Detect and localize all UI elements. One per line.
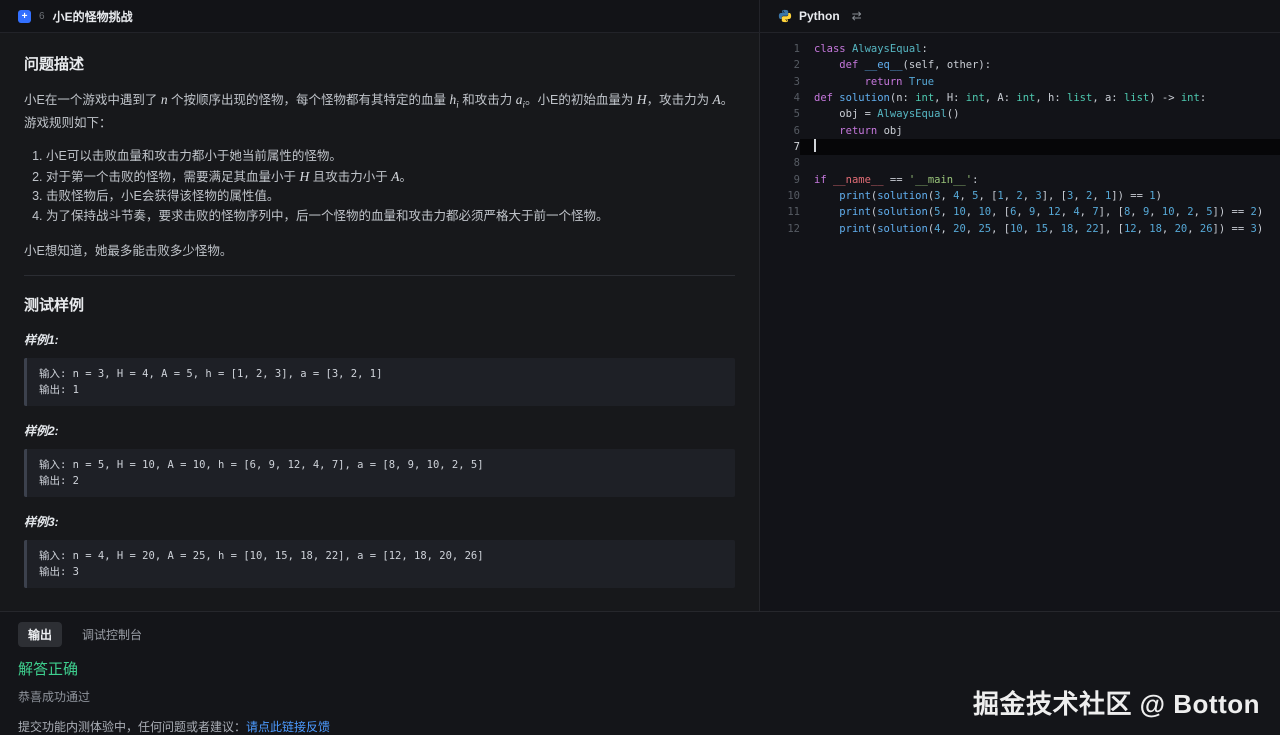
math-var: n <box>161 92 168 107</box>
code-text[interactable]: print(solution(4, 20, 25, [10, 15, 18, 2… <box>800 221 1280 237</box>
code-text[interactable]: print(solution(3, 4, 5, [1, 2, 3], [3, 2… <box>800 188 1280 204</box>
code-line[interactable]: 8 <box>760 155 1280 171</box>
code-line[interactable]: 4def solution(n: int, H: int, A: int, h:… <box>760 90 1280 106</box>
result-status: 解答正确 <box>18 658 1262 679</box>
sample-output: 输出: 3 <box>39 564 723 580</box>
feedback-link[interactable]: 请点此链接反馈 <box>246 720 330 734</box>
app-root: + 6 小E的怪物挑战 Python ⇄ 问题描述 小E在一个游戏中遇到了 n … <box>0 0 1280 735</box>
problem-header: + 6 小E的怪物挑战 <box>0 0 760 32</box>
code-text[interactable] <box>800 155 1280 171</box>
sample-block: 输入: n = 3, H = 4, A = 5, h = [1, 2, 3], … <box>24 358 735 406</box>
problem-title: 小E的怪物挑战 <box>53 8 133 25</box>
main-area: 问题描述 小E在一个游戏中遇到了 n 个按顺序出现的怪物，每个怪物都有其特定的血… <box>0 33 1280 611</box>
code-text[interactable]: class AlwaysEqual: <box>800 41 1280 57</box>
result-subtext: 恭喜成功通过 <box>18 688 1262 705</box>
section-title-description: 问题描述 <box>24 53 735 74</box>
line-number[interactable]: 11 <box>760 204 800 220</box>
line-number[interactable]: 1 <box>760 41 800 57</box>
sample-label: 样例3: <box>24 513 735 530</box>
language-swap-icon[interactable]: ⇄ <box>852 9 862 23</box>
code-text[interactable]: def solution(n: int, H: int, A: int, h: … <box>800 90 1280 106</box>
sample-label: 样例1: <box>24 331 735 348</box>
language-label: Python <box>799 9 840 23</box>
console-tab-output[interactable]: 输出 <box>18 622 62 647</box>
line-number[interactable]: 8 <box>760 155 800 171</box>
rule-item: 对于第一个击败的怪物，需要满足其血量小于 H 且攻击力小于 A。 <box>46 167 735 188</box>
feedback-line: 提交功能内测体验中，任何问题或者建议：请点此链接反馈 <box>18 718 1262 735</box>
console-panel: 输出调试控制台 解答正确 恭喜成功通过 提交功能内测体验中，任何问题或者建议：请… <box>0 611 1280 735</box>
code-line[interactable]: 9if __name__ == '__main__': <box>760 172 1280 188</box>
code-text[interactable] <box>800 139 1280 155</box>
top-bar: + 6 小E的怪物挑战 Python ⇄ <box>0 0 1280 33</box>
rule-item: 击败怪物后，小E会获得该怪物的属性值。 <box>46 187 735 207</box>
line-number[interactable]: 10 <box>760 188 800 204</box>
math-var: H <box>299 169 309 184</box>
line-number[interactable]: 2 <box>760 57 800 73</box>
code-text[interactable]: return True <box>800 74 1280 90</box>
code-line[interactable]: 10 print(solution(3, 4, 5, [1, 2, 3], [3… <box>760 188 1280 204</box>
sample-input: 输入: n = 3, H = 4, A = 5, h = [1, 2, 3], … <box>39 366 723 382</box>
rule-item: 为了保持战斗节奏，要求击败的怪物序列中，后一个怪物的血量和攻击力都必须严格大于前… <box>46 207 735 227</box>
problem-intro: 小E在一个游戏中遇到了 n 个按顺序出现的怪物，每个怪物都有其特定的血量 hi … <box>24 89 735 134</box>
problem-index: 6 <box>39 11 45 22</box>
sample-output: 输出: 1 <box>39 382 723 398</box>
math-var: H <box>637 92 647 107</box>
code-line[interactable]: 3 return True <box>760 74 1280 90</box>
code-line[interactable]: 2 def __eq__(self, other): <box>760 57 1280 73</box>
code-line[interactable]: 1class AlwaysEqual: <box>760 41 1280 57</box>
divider <box>24 275 735 276</box>
code-text[interactable]: return obj <box>800 123 1280 139</box>
code-line[interactable]: 7 <box>760 139 1280 155</box>
app-logo-icon: + <box>18 10 31 23</box>
code-text[interactable]: obj = AlwaysEqual() <box>800 106 1280 122</box>
code-line[interactable]: 12 print(solution(4, 20, 25, [10, 15, 18… <box>760 221 1280 237</box>
sample-input: 输入: n = 4, H = 20, A = 25, h = [10, 15, … <box>39 548 723 564</box>
sample-block: 输入: n = 4, H = 20, A = 25, h = [10, 15, … <box>24 540 735 588</box>
rule-item: 小E可以击败血量和攻击力都小于她当前属性的怪物。 <box>46 147 735 167</box>
line-number[interactable]: 4 <box>760 90 800 106</box>
line-number[interactable]: 9 <box>760 172 800 188</box>
math-var: A <box>391 169 399 184</box>
code-lines: 1class AlwaysEqual:2 def __eq__(self, ot… <box>760 41 1280 237</box>
problem-question: 小E想知道，她最多能击败多少怪物。 <box>24 240 735 259</box>
sample-input: 输入: n = 5, H = 10, A = 10, h = [6, 9, 12… <box>39 457 723 473</box>
console-tab-debug[interactable]: 调试控制台 <box>80 622 144 647</box>
feedback-text: 提交功能内测体验中，任何问题或者建议： <box>18 720 246 734</box>
line-number[interactable]: 6 <box>760 123 800 139</box>
math-var: A <box>713 92 721 107</box>
code-editor[interactable]: 1class AlwaysEqual:2 def __eq__(self, ot… <box>760 33 1280 611</box>
code-line[interactable]: 11 print(solution(5, 10, 10, [6, 9, 12, … <box>760 204 1280 220</box>
text-cursor <box>814 139 816 152</box>
samples-container: 样例1: 输入: n = 3, H = 4, A = 5, h = [1, 2, … <box>24 331 735 588</box>
rules-list: 小E可以击败血量和攻击力都小于她当前属性的怪物。对于第一个击败的怪物，需要满足其… <box>24 147 735 226</box>
problem-panel: 问题描述 小E在一个游戏中遇到了 n 个按顺序出现的怪物，每个怪物都有其特定的血… <box>0 33 760 611</box>
editor-header: Python ⇄ <box>760 0 1280 32</box>
line-number[interactable]: 7 <box>760 139 800 155</box>
console-tabs: 输出调试控制台 <box>18 622 1262 647</box>
line-number[interactable]: 3 <box>760 74 800 90</box>
code-line[interactable]: 6 return obj <box>760 123 1280 139</box>
line-number[interactable]: 5 <box>760 106 800 122</box>
line-number[interactable]: 12 <box>760 221 800 237</box>
sample-label: 样例2: <box>24 422 735 439</box>
python-icon <box>778 9 792 23</box>
sample-block: 输入: n = 5, H = 10, A = 10, h = [6, 9, 12… <box>24 449 735 497</box>
sample-output: 输出: 2 <box>39 473 723 489</box>
code-text[interactable]: if __name__ == '__main__': <box>800 172 1280 188</box>
section-title-samples: 测试样例 <box>24 294 735 315</box>
code-text[interactable]: def __eq__(self, other): <box>800 57 1280 73</box>
code-text[interactable]: print(solution(5, 10, 10, [6, 9, 12, 4, … <box>800 204 1280 220</box>
code-line[interactable]: 5 obj = AlwaysEqual() <box>760 106 1280 122</box>
